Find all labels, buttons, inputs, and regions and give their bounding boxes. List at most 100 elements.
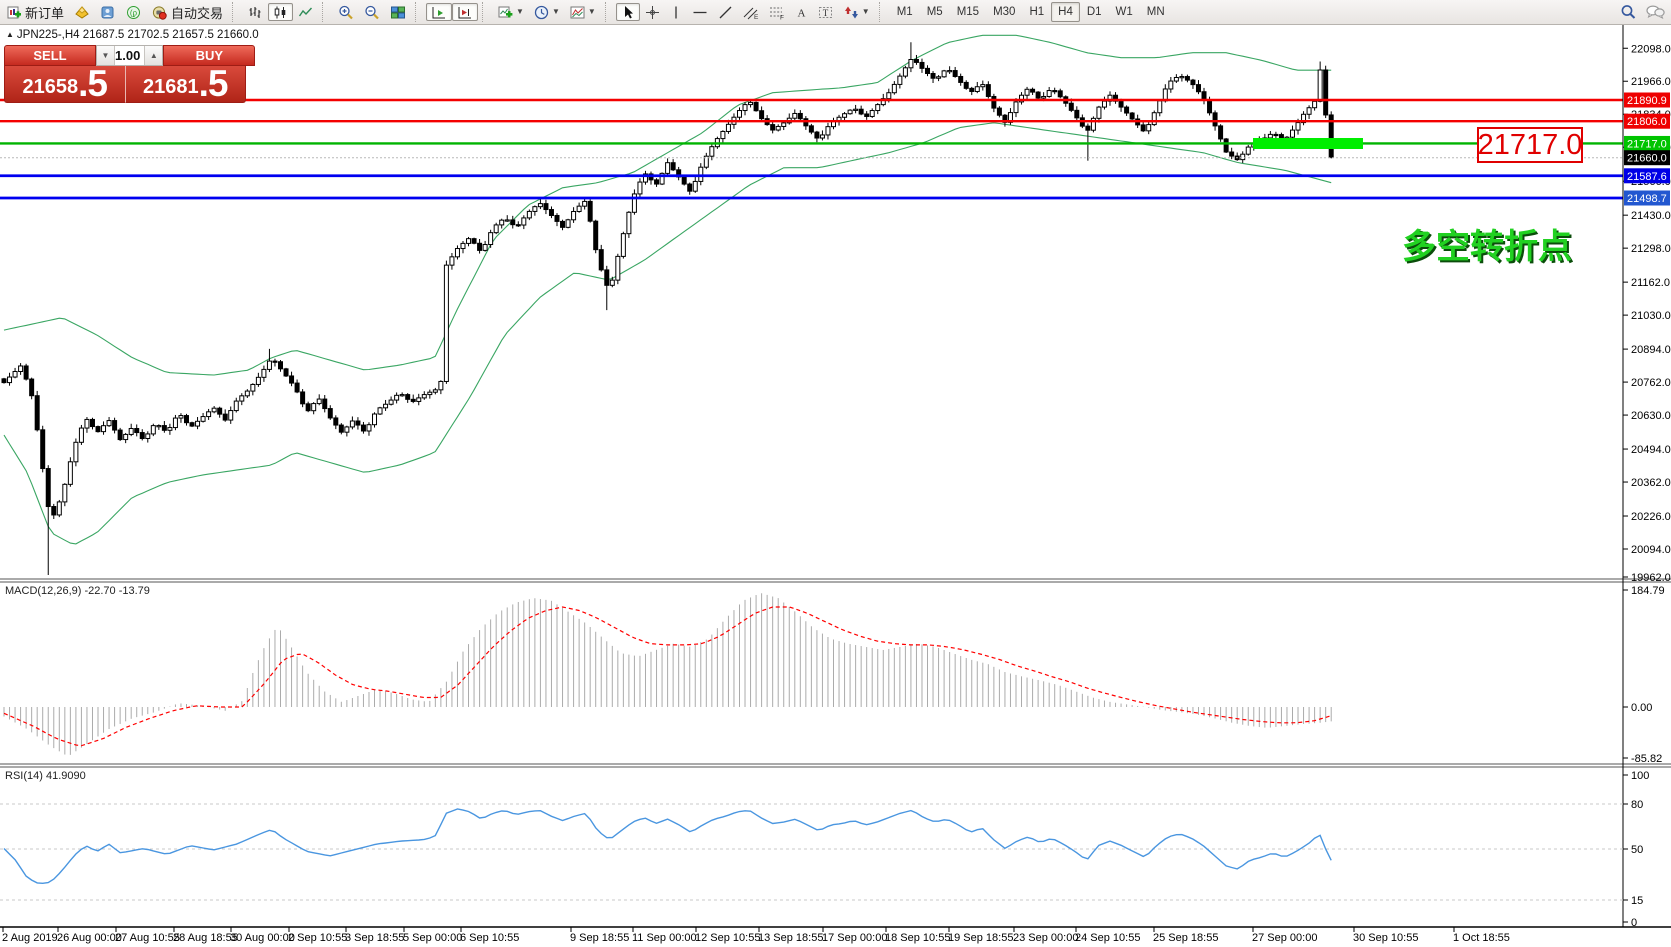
candle-body [621, 234, 625, 257]
indicators-button[interactable]: ▼ [565, 3, 601, 21]
chart-shift-button[interactable] [452, 3, 478, 21]
candle-body [52, 507, 56, 515]
candle-body [367, 425, 371, 431]
candle-body [682, 177, 686, 184]
timeframe-button-h4[interactable]: H4 [1051, 2, 1080, 22]
candle-body [1296, 123, 1300, 130]
candle-body [68, 462, 72, 485]
bollinger-lower-band [4, 123, 1331, 544]
chat-icon[interactable] [1645, 4, 1665, 20]
turning-point-annotation[interactable]: 多空转折点 [1402, 219, 1572, 268]
candle-body [903, 68, 907, 76]
bid-price[interactable]: 21658.5 [4, 66, 126, 103]
line-chart-icon [298, 5, 313, 20]
periods-button[interactable]: ▼ [529, 3, 565, 21]
candle-body [555, 215, 559, 221]
price-callout-label[interactable]: 21717.0 [1477, 127, 1583, 163]
candlestick-chart-button[interactable] [268, 3, 293, 21]
candle-body [566, 220, 570, 228]
macd-axis-label: 184.79 [1631, 585, 1665, 597]
price-tag-label: 21498.7 [1627, 193, 1667, 205]
candle-body [317, 399, 321, 403]
toolbar-separator [322, 2, 330, 22]
highlight-rectangle[interactable] [1253, 138, 1363, 149]
tile-windows-button[interactable] [385, 3, 411, 21]
horizontal-line-tool-button[interactable] [687, 3, 713, 21]
new-order-icon [7, 5, 22, 20]
time-tick-label: 28 Aug 18:55 [173, 932, 238, 944]
candle-body [1169, 81, 1173, 89]
candle-body [522, 218, 526, 225]
candle-body [24, 366, 28, 379]
candle-body [422, 395, 426, 398]
auto-scroll-button[interactable] [426, 3, 452, 21]
candle-body [610, 280, 614, 285]
quote-panel-toggle-icon[interactable]: ▲ [6, 30, 14, 39]
candle-body [605, 270, 609, 285]
candle-body [1290, 130, 1294, 137]
market-watch-button[interactable] [95, 3, 121, 21]
candle-body [184, 416, 188, 423]
profile-icon [100, 5, 116, 20]
trendline-tool-button[interactable] [713, 3, 738, 21]
zoom-out-button[interactable] [359, 3, 385, 21]
candle-body [1230, 152, 1234, 156]
new-order-button[interactable]: 新订单 [2, 3, 69, 21]
channel-tool-button[interactable]: E [738, 3, 764, 21]
candle-body [627, 212, 631, 233]
timeframe-button-w1[interactable]: W1 [1109, 2, 1140, 22]
timeframe-button-mn[interactable]: MN [1140, 2, 1172, 22]
timeframe-button-m1[interactable]: M1 [890, 2, 920, 22]
signal-button[interactable]: (ϼ [121, 3, 147, 21]
zoom-in-icon [338, 5, 354, 20]
line-chart-button[interactable] [293, 3, 318, 21]
search-icon[interactable] [1620, 4, 1637, 20]
rsi-axis-label: 50 [1631, 844, 1643, 856]
zoom-in-button[interactable] [333, 3, 359, 21]
gold-button[interactable] [69, 3, 95, 21]
volume-input[interactable]: 1.00 [115, 46, 144, 65]
cursor-tool-button[interactable] [616, 3, 640, 21]
candle-body [90, 419, 94, 426]
arrows-tool-button[interactable]: ▼ [839, 3, 875, 21]
new-chart-button[interactable]: ▼ [493, 3, 529, 21]
candle-body [981, 85, 985, 87]
ask-price[interactable]: 21681.5 [126, 66, 247, 103]
timeframe-button-m30[interactable]: M30 [986, 2, 1022, 22]
timeframe-button-h1[interactable]: H1 [1022, 2, 1051, 22]
volume-increase-button[interactable]: ▲ [144, 46, 162, 65]
price-tick-label: 20630.0 [1631, 410, 1671, 422]
fibonacci-tool-button[interactable]: F [764, 3, 790, 21]
timeframe-button-m15[interactable]: M15 [950, 2, 986, 22]
candle-body [1313, 101, 1317, 107]
auto-trading-button[interactable]: 自动交易 [147, 3, 228, 21]
bid-pips-digits: .5 [78, 65, 107, 102]
timeframe-button-d1[interactable]: D1 [1080, 2, 1109, 22]
toolbar-separator [605, 2, 613, 22]
text-tool-button[interactable]: A [790, 3, 813, 21]
candle-body [500, 220, 504, 225]
candle-body [511, 220, 515, 225]
time-tick-label: 17 Sep 00:00 [822, 932, 887, 944]
text-label-tool-button[interactable]: T [813, 3, 839, 21]
price-tick-label: 21966.0 [1631, 76, 1671, 88]
candle-body [234, 401, 238, 410]
time-tick-label: 24 Sep 10:55 [1075, 932, 1140, 944]
auto-trading-icon [152, 5, 168, 20]
vertical-line-tool-button[interactable] [665, 3, 687, 21]
chevron-down-icon: ▼ [552, 8, 560, 16]
candle-body [1274, 134, 1278, 135]
timeframe-button-m5[interactable]: M5 [920, 2, 950, 22]
candle-body [809, 126, 813, 132]
candle-body [41, 430, 45, 469]
chart-canvas[interactable]: 22098.021966.021834.021702.021566.021430… [0, 0, 1671, 947]
crosshair-tool-button[interactable] [640, 3, 665, 21]
candle-body [594, 221, 598, 249]
candle-body [599, 250, 603, 270]
candle-body [1307, 108, 1311, 115]
bar-chart-button[interactable] [243, 3, 268, 21]
candle-body [361, 425, 365, 431]
candle-body [1158, 101, 1162, 113]
price-tick-label: 22098.0 [1631, 43, 1671, 55]
horizontal-line-icon [692, 5, 708, 20]
